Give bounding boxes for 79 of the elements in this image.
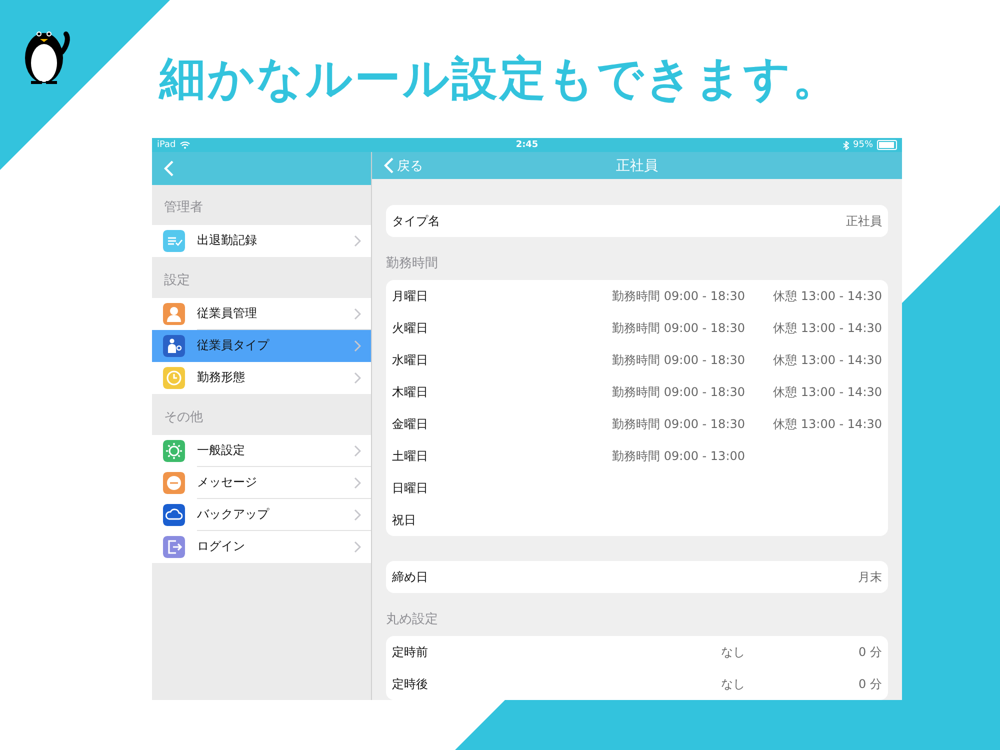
work-hours: 勤務時間 09:00 - 18:30 (611, 352, 745, 368)
chevron-icon (354, 234, 361, 246)
clock-icon (163, 367, 185, 389)
section-header: 丸め設定 (386, 612, 438, 627)
break-time: 休憩 13:00 - 14:30 (772, 384, 882, 400)
cloud-icon (163, 504, 185, 526)
setting-row[interactable]: 締め日 月末 (386, 561, 888, 593)
menu-label: 一般設定 (197, 442, 246, 459)
rounding-mode: なし (720, 644, 745, 660)
chevron-icon (354, 372, 361, 384)
break-time: 休憩 13:00 - 14:30 (772, 320, 882, 336)
day-label: 日曜日 (392, 480, 429, 496)
device-name: iPad (157, 140, 176, 150)
work-hours: 勤務時間 09:00 - 18:30 (611, 384, 745, 400)
exit-door-icon (163, 536, 185, 558)
break-time: 休憩 13:00 - 14:30 (772, 416, 882, 432)
menu-label: バックアップ (197, 506, 270, 523)
setting-value: 月末 (858, 568, 882, 586)
speech-bubble-icon (163, 472, 185, 494)
day-label: 祝日 (392, 512, 417, 528)
menu-label: 従業員タイプ (197, 337, 270, 354)
menu-label: ログイン (197, 538, 246, 555)
work-hours: 勤務時間 09:00 - 18:30 (611, 416, 745, 432)
section-header: 設定 (164, 272, 190, 289)
day-label: 金曜日 (392, 416, 429, 432)
menu-item[interactable]: バックアップ (152, 499, 371, 531)
person-icon (163, 303, 185, 325)
rounding-minutes: 0 分 (858, 644, 882, 660)
day-label: 火曜日 (392, 320, 429, 336)
break-time: 休憩 13:00 - 14:30 (772, 288, 882, 304)
break-time: 休憩 13:00 - 14:30 (772, 352, 882, 368)
penguin-drawing (25, 32, 70, 84)
setting-label: 定時前 (392, 644, 429, 660)
gear-icon (163, 440, 185, 462)
back-chevron-icon (384, 157, 394, 174)
day-label: 水曜日 (392, 352, 429, 368)
menu-label: 出退勤記録 (197, 232, 258, 249)
chevron-icon (354, 444, 361, 456)
work-hours: 勤務時間 09:00 - 13:00 (611, 448, 745, 464)
wifi-icon (180, 141, 190, 149)
setting-label: タイプ名 (392, 212, 440, 230)
rounding-minutes: 0 分 (858, 676, 882, 692)
setting-value: 正社員 (846, 212, 882, 230)
chevron-icon (354, 540, 361, 552)
menu-item[interactable]: 勤務形態 (152, 362, 371, 394)
back-chevron-icon[interactable] (164, 160, 174, 177)
menu-label: 従業員管理 (197, 305, 258, 322)
chevron-icon (354, 340, 361, 352)
section-header: 勤務時間 (386, 256, 438, 271)
bluetooth-icon (843, 140, 849, 150)
menu-label: メッセージ (197, 474, 258, 491)
setting-label: 定時後 (392, 676, 429, 692)
clock-time: 2:45 (516, 140, 538, 150)
menu-item[interactable]: 一般設定 (152, 435, 371, 467)
setting-label: 締め日 (392, 568, 428, 586)
section-header: その他 (164, 409, 203, 426)
chevron-icon (354, 308, 361, 320)
work-hours: 勤務時間 09:00 - 18:30 (611, 288, 745, 304)
chevron-icon (354, 508, 361, 520)
menu-item[interactable]: ログイン (152, 531, 371, 563)
chevron-icon (354, 476, 361, 488)
person-badge-icon (163, 335, 185, 357)
headline: 細かなルール設定もできます。 (160, 50, 840, 107)
checklist-icon (163, 230, 185, 252)
menu-label: 勤務形態 (197, 369, 246, 386)
setting-row[interactable]: タイプ名 正社員 (386, 205, 888, 237)
menu-item[interactable]: 出退勤記録 (152, 225, 371, 257)
work-hours: 勤務時間 09:00 - 18:30 (611, 320, 745, 336)
menu-item[interactable]: 従業員管理 (152, 298, 371, 330)
rounding-mode: なし (720, 676, 745, 692)
day-label: 土曜日 (392, 448, 429, 464)
battery-icon (877, 140, 898, 150)
menu-item[interactable]: メッセージ (152, 467, 371, 499)
screen-title: 正社員 (616, 156, 658, 174)
day-label: 木曜日 (392, 384, 429, 400)
menu-item[interactable]: 従業員タイプ (152, 330, 371, 362)
section-header: 管理者 (164, 199, 203, 216)
day-label: 月曜日 (392, 288, 429, 304)
battery-percent: 95% (853, 140, 874, 150)
